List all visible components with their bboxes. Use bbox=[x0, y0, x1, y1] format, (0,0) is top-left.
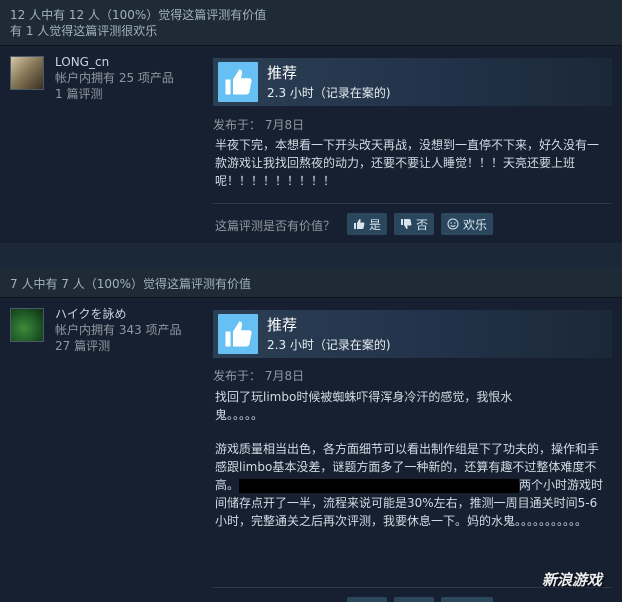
products-owned[interactable]: 帐户内拥有 343 项产品 bbox=[55, 322, 215, 338]
helpful-summary: 12 人中有 12 人（100%）觉得这篇评测有价值 bbox=[10, 8, 267, 22]
thumbs-down-icon bbox=[401, 219, 412, 229]
review-count[interactable]: 27 篇评测 bbox=[55, 338, 215, 354]
vote-funny-button[interactable]: 欢乐 bbox=[441, 597, 494, 602]
review-body: LONG_cn 帐户内拥有 25 项产品 1 篇评测 推荐 2.3 小时（记录在… bbox=[0, 46, 622, 243]
vote-yes-label: 是 bbox=[369, 217, 382, 232]
review-body: ハイクを詠め 帐户内拥有 343 项产品 27 篇评测 推荐 2.3 小时（记录… bbox=[0, 298, 622, 602]
recommendation-label: 推荐 bbox=[267, 64, 298, 82]
avatar[interactable] bbox=[10, 56, 44, 90]
recommendation-bar[interactable]: 推荐 2.3 小时（记录在案的) bbox=[213, 58, 612, 106]
products-owned[interactable]: 帐户内拥有 25 项产品 bbox=[55, 70, 215, 86]
vote-yes-button[interactable]: 是 bbox=[347, 213, 388, 235]
review-text: 找回了玩limbo时候被蜘蛛吓得浑身冷汗的感觉，我恨水鬼。。。。。 游戏质量相当… bbox=[215, 388, 604, 530]
review-paragraph-2: 游戏质量相当出色，各方面细节可以看出制作组是下了功夫的，操作和手感跟limbo基… bbox=[215, 442, 604, 528]
review-count[interactable]: 1 篇评测 bbox=[55, 86, 215, 102]
vote-funny-label: 欢乐 bbox=[463, 217, 488, 232]
helpful-summary: 7 人中有 7 人（100%）觉得这篇评测有价值 bbox=[10, 277, 252, 291]
recommendation-bar[interactable]: 推荐 2.3 小时（记录在案的) bbox=[213, 310, 612, 358]
divider bbox=[213, 203, 612, 204]
smiley-icon bbox=[447, 218, 459, 230]
thumbs-up-icon bbox=[218, 314, 258, 354]
helpful-vote-row: 这篇评测是否有价值？ 是 否 欢乐 bbox=[213, 597, 612, 602]
reviewer-name[interactable]: LONG_cn bbox=[55, 54, 215, 70]
thumbs-up-icon bbox=[354, 219, 365, 229]
recommendation-label: 推荐 bbox=[267, 316, 298, 334]
vote-no-button[interactable]: 否 bbox=[394, 213, 435, 235]
funny-summary: 有 1 人觉得这篇评测很欢乐 bbox=[10, 24, 158, 38]
review-separator bbox=[0, 243, 622, 268]
helpful-question: 这篇评测是否有价值？ bbox=[215, 219, 336, 233]
vote-funny-button[interactable]: 欢乐 bbox=[441, 213, 494, 235]
sina-games-watermark: 新浪游戏 bbox=[541, 571, 602, 589]
vote-no-button[interactable]: 否 bbox=[394, 597, 435, 602]
vote-no-label: 否 bbox=[416, 217, 429, 232]
posted-date: 发布于： 7月8日 bbox=[213, 369, 305, 383]
hours-played: 2.3 小时（记录在案的) bbox=[267, 338, 391, 352]
review-card-2: 7 人中有 7 人（100%）觉得这篇评测有价值 ハイクを詠め 帐户内拥有 34… bbox=[0, 268, 622, 602]
thumbs-up-icon bbox=[218, 62, 258, 102]
avatar[interactable] bbox=[10, 308, 44, 342]
review-text: 半夜下完，本想看一下开头改天再战，没想到一直停不下来，好久没有一款游戏让我找回熬… bbox=[215, 138, 600, 188]
review-card-1: 12 人中有 12 人（100%）觉得这篇评测有价值 有 1 人觉得这篇评测很欢… bbox=[0, 0, 622, 243]
helpful-vote-row: 这篇评测是否有价值？ 是 否 欢乐 bbox=[213, 213, 612, 235]
review-helpful-header: 7 人中有 7 人（100%）觉得这篇评测有价值 bbox=[0, 268, 622, 298]
review-paragraph-1: 找回了玩limbo时候被蜘蛛吓得浑身冷汗的感觉，我恨水鬼。。。。。 bbox=[215, 390, 513, 422]
review-helpful-header: 12 人中有 12 人（100%）觉得这篇评测有价值 有 1 人觉得这篇评测很欢… bbox=[0, 0, 622, 46]
hours-played: 2.3 小时（记录在案的) bbox=[267, 86, 391, 100]
redacted-block bbox=[239, 478, 520, 493]
reviewer-name[interactable]: ハイクを詠め bbox=[55, 306, 215, 322]
posted-date: 发布于： 7月8日 bbox=[213, 118, 305, 132]
vote-yes-button[interactable]: 是 bbox=[347, 597, 388, 602]
